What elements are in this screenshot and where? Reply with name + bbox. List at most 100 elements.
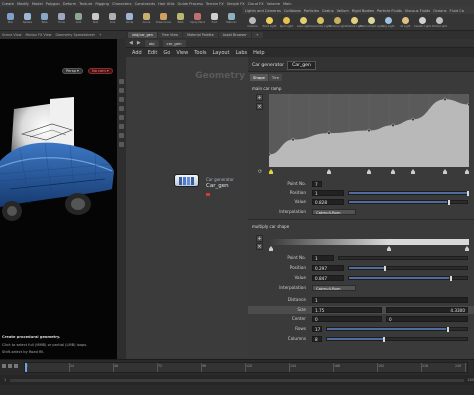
viewport-pane-tab[interactable]: Geometry Spreadsheet [55, 33, 94, 37]
ramp-point[interactable] [291, 137, 295, 142]
range-end[interactable]: 240 [468, 378, 474, 382]
ramp-key-handle[interactable] [387, 246, 391, 251]
car-generator-node[interactable] [174, 174, 199, 187]
shelf-tab[interactable]: Volume [267, 2, 280, 6]
center-x-field[interactable]: 0 [312, 316, 382, 322]
shelf-tool-button[interactable]: Tube [36, 7, 53, 30]
ramp-point[interactable] [269, 152, 271, 157]
interpolation-dropdown[interactable]: Catmull-Rom [312, 209, 356, 215]
shelf-tool-button[interactable]: Platonic [223, 7, 240, 30]
ramp-point[interactable] [467, 102, 469, 107]
point-no2-slider[interactable] [338, 256, 468, 260]
shelf-tab[interactable]: Polygon [46, 2, 60, 6]
shaded-icon[interactable] [119, 97, 124, 102]
display-option-icon[interactable] [119, 79, 124, 84]
grid-icon[interactable] [119, 133, 124, 138]
ramp-key-handle[interactable] [465, 169, 469, 174]
lights-tab[interactable]: Viscous Fluids [405, 9, 430, 13]
shelf-tab[interactable]: Model [32, 2, 43, 6]
visibility-icon[interactable] [119, 142, 124, 147]
shelf-tab[interactable]: Terrain FX [206, 2, 224, 6]
shelf-tool-button[interactable]: Spray Paint [189, 7, 206, 30]
light-tool-button[interactable]: Area Light [295, 14, 312, 30]
rows-slider[interactable] [326, 327, 468, 332]
network-pane-tab[interactable]: Tree View [157, 32, 183, 38]
lights-tab[interactable]: Oceans [433, 9, 446, 13]
shelf-tab[interactable]: Texture [79, 2, 92, 6]
shelf-tab[interactable]: Deform [63, 2, 76, 6]
menu-item[interactable]: View [176, 50, 188, 56]
viewport-pane-tab[interactable]: + [99, 33, 102, 37]
light-tool-button[interactable]: Point Light [261, 14, 278, 30]
menu-item[interactable]: Labs [236, 50, 248, 56]
value-field[interactable]: 0.828 [312, 199, 344, 205]
ramp-key-handle[interactable] [269, 169, 273, 174]
value2-slider[interactable] [348, 276, 468, 281]
shelf-tool-button[interactable]: Path [172, 7, 189, 30]
range-start[interactable]: 1 [4, 378, 6, 382]
ramp-key-handle[interactable] [327, 169, 331, 174]
shelf-tool-button[interactable]: Circle [121, 7, 138, 30]
light-tool-button[interactable]: Environment Light [360, 14, 383, 30]
light-tool-button[interactable]: Caustic Light [414, 14, 431, 30]
lights-tab[interactable]: Rigid Bodies [352, 9, 374, 13]
ramp2-add-icon[interactable]: + [256, 235, 263, 242]
shelf-tab[interactable]: Guide Process [178, 2, 203, 6]
menu-item[interactable]: Add [132, 50, 142, 56]
light-tool-button[interactable]: Geometry Light [310, 14, 331, 30]
position-field[interactable]: 1 [312, 190, 344, 196]
main-car-ramp-editor[interactable] [269, 94, 469, 167]
lights-tab[interactable]: Grains [322, 9, 334, 13]
menu-item[interactable]: Edit [148, 50, 158, 56]
ramp-curve[interactable] [269, 94, 469, 167]
position2-field[interactable]: 0.297 [312, 265, 344, 271]
forward-arrow-icon[interactable]: ▶ [137, 40, 141, 46]
shelf-tool-button[interactable]: Draw Curve [155, 7, 172, 30]
position2-slider[interactable] [348, 266, 468, 271]
shelf-tool-button[interactable]: Sphere [19, 7, 36, 30]
ramp-point[interactable] [411, 117, 415, 122]
camera-menu[interactable]: No cam ▾ [88, 68, 113, 74]
lights-tab[interactable]: Lights and Cameras [245, 9, 281, 13]
menu-item[interactable]: Help [253, 50, 264, 56]
point-no-field[interactable]: 7 [312, 181, 322, 187]
persp-menu[interactable]: Persp ▾ [62, 68, 83, 74]
columns-slider[interactable] [326, 337, 468, 342]
ramp-key-handle[interactable] [411, 169, 415, 174]
interpolation2-dropdown[interactable]: Catmull-Rom [312, 285, 356, 291]
ramp-point[interactable] [391, 123, 395, 127]
snap-icon[interactable] [119, 124, 124, 129]
position-slider[interactable] [348, 191, 469, 196]
shelf-tab[interactable]: Main [283, 2, 292, 6]
menu-item[interactable]: Layout [213, 50, 230, 56]
shelf-tab[interactable]: Cloud FX [248, 2, 264, 6]
scene-viewport[interactable]: Persp ▾ No cam ▾ Create procedural geome… [0, 39, 117, 359]
node-name-field[interactable]: Car_gen [287, 61, 316, 70]
light-tool-button[interactable]: Portal Light [431, 14, 448, 30]
shelf-tool-button[interactable]: Null [87, 7, 104, 30]
shelf-tab[interactable]: Hair Utils [158, 2, 174, 6]
stop-icon[interactable] [14, 364, 18, 368]
node-render-flag[interactable] [206, 193, 210, 196]
light-tool-button[interactable]: Volume Light [329, 14, 346, 30]
ramp2-handles[interactable] [269, 246, 469, 252]
lights-tab[interactable]: Fluid Co [450, 9, 464, 13]
play-forward-icon[interactable] [8, 364, 12, 368]
viewport-pane-tab[interactable]: Scene View [2, 33, 21, 37]
ramp-point[interactable] [443, 97, 447, 101]
value2-field[interactable]: 0.847 [312, 275, 344, 281]
ramp-point[interactable] [367, 128, 371, 133]
multiply-car-shape-ramp[interactable] [269, 239, 469, 245]
lights-tab[interactable]: Particles [304, 9, 319, 13]
light-tool-button[interactable]: Spot Light [278, 14, 295, 30]
ramp-loop-icon[interactable]: ⟳ [258, 169, 262, 175]
lights-tab[interactable]: Collisions [284, 9, 301, 13]
menu-item[interactable]: Tools [194, 50, 206, 56]
shelf-tool-button[interactable]: Torus [53, 7, 70, 30]
range-slider[interactable] [10, 378, 464, 382]
light-tool-button[interactable]: GI Light [397, 14, 414, 30]
network-editor[interactable]: Geometry Car generator Car_gen [126, 57, 248, 359]
shelf-tool-button[interactable]: Curve [138, 7, 155, 30]
play-backward-icon[interactable] [2, 364, 6, 368]
network-pane-tab[interactable]: /obj/car_gen [128, 32, 157, 38]
